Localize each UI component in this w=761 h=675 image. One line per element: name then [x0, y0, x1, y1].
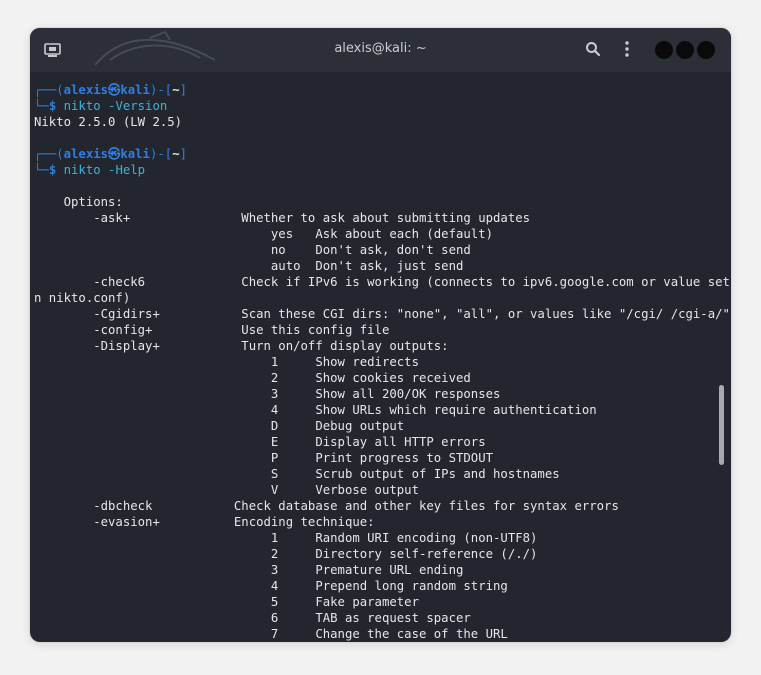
title-bar: alexis@kali: ~: [30, 28, 731, 72]
help-line: auto Don't ask, just send: [34, 259, 464, 273]
help-line: 2 Show cookies received: [34, 371, 471, 385]
prompt-user: alexis㉿kali: [63, 83, 150, 97]
help-line: -Cgidirs+ Scan these CGI dirs: "none", "…: [34, 307, 730, 321]
prompt-line: ┌──(alexis㉿kali)-[~]: [34, 147, 187, 161]
help-line: 5 Fake parameter: [34, 595, 419, 609]
terminal-output[interactable]: ┌──(alexis㉿kali)-[~] └─$ nikto -Version …: [30, 72, 731, 642]
help-line: E Display all HTTP errors: [34, 435, 486, 449]
help-line: -Display+ Turn on/off display outputs:: [34, 339, 449, 353]
help-line: yes Ask about each (default): [34, 227, 494, 241]
help-line: V Verbose output: [34, 483, 419, 497]
help-line: 2 Directory self-reference (/./): [34, 547, 538, 561]
help-line: -evasion+ Encoding technique:: [34, 515, 375, 529]
help-line: -dbcheck Check database and other key fi…: [34, 499, 619, 513]
prompt-path: ~: [172, 83, 180, 97]
version-output: Nikto 2.5.0 (LW 2.5): [34, 115, 183, 129]
command-line: └─$ nikto -Help: [34, 163, 146, 177]
help-line: 3 Show all 200/OK responses: [34, 387, 501, 401]
scrollbar-thumb[interactable]: [719, 385, 724, 465]
close-icon[interactable]: [697, 41, 715, 59]
help-line: S Scrub output of IPs and hostnames: [34, 467, 560, 481]
command-text: nikto -Help: [63, 163, 146, 177]
help-line: 4 Show URLs which require authentication: [34, 403, 597, 417]
help-line: 3 Premature URL ending: [34, 563, 464, 577]
help-line: 6 TAB as request spacer: [34, 611, 471, 625]
help-line: no Don't ask, don't send: [34, 243, 471, 257]
command-line: └─$ nikto -Version: [34, 99, 168, 113]
maximize-icon[interactable]: [676, 41, 694, 59]
help-line: n nikto.conf): [34, 291, 131, 305]
kebab-menu-icon[interactable]: [620, 40, 634, 58]
help-line: 4 Prepend long random string: [34, 579, 508, 593]
help-line: D Debug output: [34, 419, 405, 433]
help-line: 1 Show redirects: [34, 355, 419, 369]
help-line: Options:: [34, 195, 123, 209]
prompt-user: alexis㉿kali: [63, 147, 150, 161]
help-line: 7 Change the case of the URL: [34, 627, 508, 641]
prompt-path: ~: [172, 147, 180, 161]
help-line: -config+ Use this config file: [34, 323, 390, 337]
search-icon[interactable]: [584, 40, 602, 58]
minimize-icon[interactable]: [655, 41, 673, 59]
help-line: P Print progress to STDOUT: [34, 451, 494, 465]
help-line: 1 Random URI encoding (non-UTF8): [34, 531, 538, 545]
command-text: nikto -Version: [63, 99, 168, 113]
help-line: -ask+ Whether to ask about submitting up…: [34, 211, 531, 225]
prompt-line: ┌──(alexis㉿kali)-[~]: [34, 83, 187, 97]
help-line: -check6 Check if IPv6 is working (connec…: [34, 275, 731, 289]
terminal-window: alexis@kali: ~ ┌──(alexis㉿kali)-[~] └─$ …: [30, 28, 731, 642]
